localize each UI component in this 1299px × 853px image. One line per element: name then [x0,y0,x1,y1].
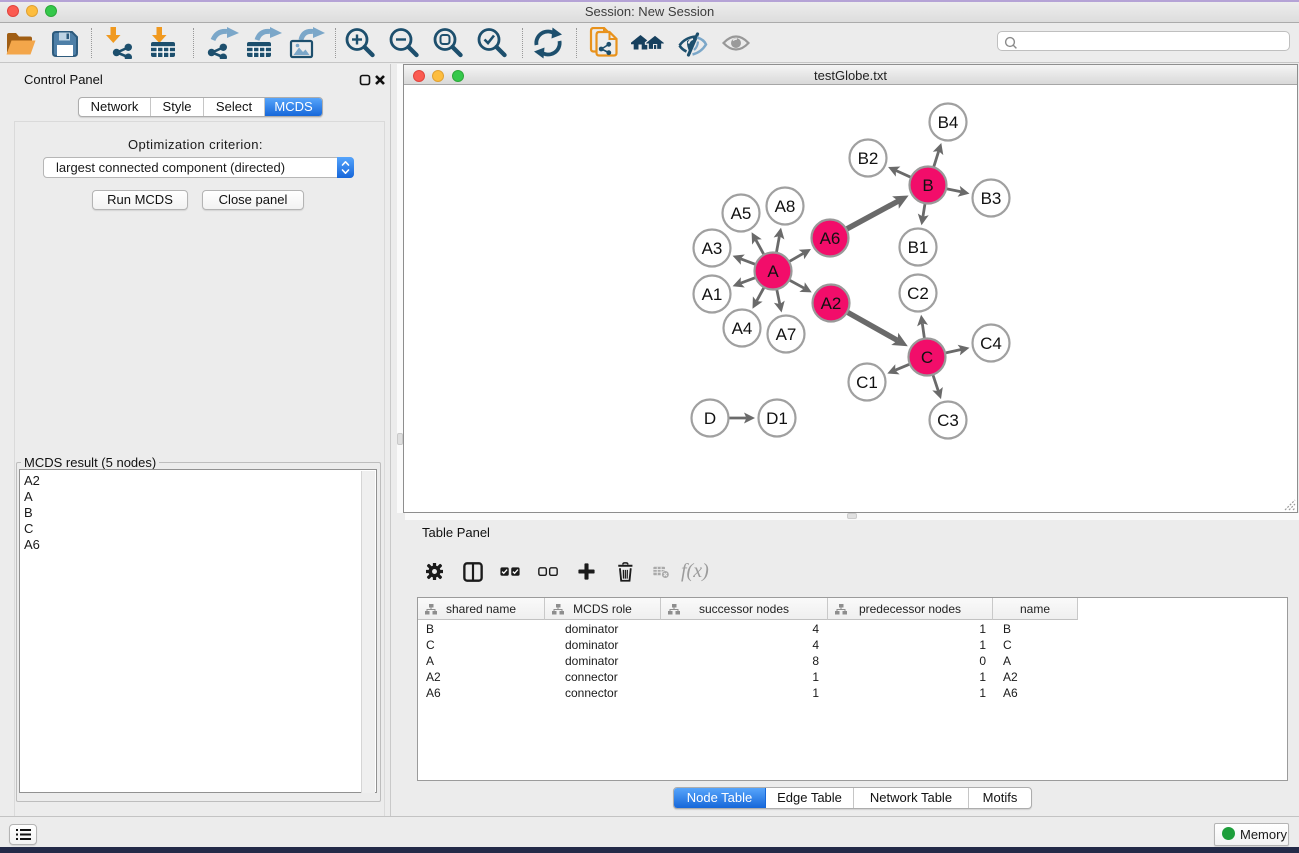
svg-text:A6: A6 [820,229,841,248]
svg-text:A1: A1 [702,285,723,304]
svg-text:A: A [767,262,779,281]
svg-text:B2: B2 [858,149,879,168]
svg-text:B1: B1 [908,238,929,257]
svg-text:B: B [922,176,933,195]
svg-text:D1: D1 [766,409,788,428]
svg-text:C3: C3 [937,411,959,430]
svg-text:C2: C2 [907,284,929,303]
svg-text:A8: A8 [775,197,796,216]
svg-text:D: D [704,409,716,428]
svg-text:C: C [921,348,933,367]
svg-text:B4: B4 [938,113,959,132]
svg-text:A7: A7 [776,325,797,344]
svg-text:A4: A4 [732,319,753,338]
svg-text:C1: C1 [856,373,878,392]
svg-text:C4: C4 [980,334,1002,353]
svg-text:B3: B3 [981,189,1002,208]
svg-text:A5: A5 [731,204,752,223]
svg-text:A2: A2 [821,294,842,313]
svg-text:A3: A3 [702,239,723,258]
